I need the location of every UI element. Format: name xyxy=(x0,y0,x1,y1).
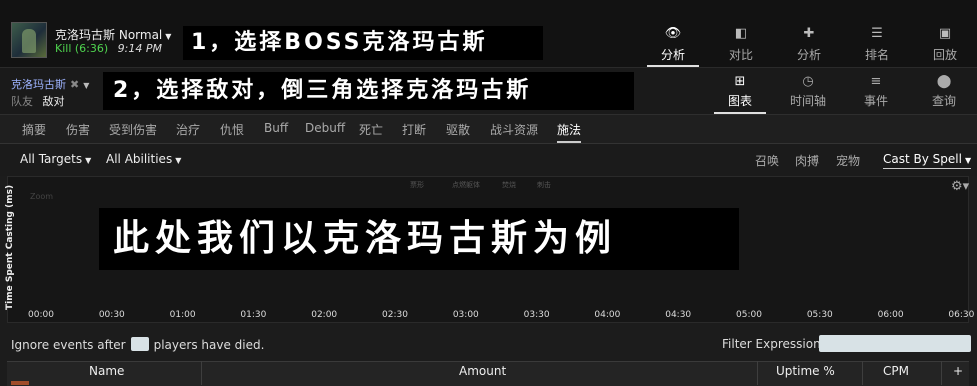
tab-summary[interactable]: 摘要 xyxy=(22,121,46,138)
tab-dispels[interactable]: 驱散 xyxy=(446,121,470,138)
nav-ranking[interactable]: ☰ 排名 xyxy=(843,26,911,67)
section-query[interactable]: ⬤ 查询 xyxy=(910,74,977,114)
x-tick-label: 06:30 xyxy=(948,310,975,320)
column-uptime[interactable]: Uptime % xyxy=(776,364,835,378)
x-tick-label: 02:00 xyxy=(311,310,338,320)
x-tick-label: 02:30 xyxy=(382,310,408,320)
legend-item[interactable]: 刺击 xyxy=(537,180,551,190)
section-events[interactable]: ≡ 事件 xyxy=(842,74,910,114)
nav-analyze[interactable]: ✚ 分析 xyxy=(775,26,843,67)
boss-name: 克洛玛古斯 xyxy=(55,28,116,42)
gear-icon[interactable]: ⚙▾ xyxy=(951,179,969,194)
all-targets-dropdown[interactable]: All Targets ▼ xyxy=(20,152,91,166)
tab-casts[interactable]: 施法 xyxy=(557,121,582,143)
annotation-step2: 2，选择敌对，倒三角选择克洛玛古斯 xyxy=(103,72,634,110)
legend-item[interactable]: 点燃躯体 xyxy=(452,180,480,190)
nav-replay[interactable]: ▣ 回放 xyxy=(911,26,977,67)
ignore-deaths-setting: Ignore events after players have died. xyxy=(11,337,265,352)
column-amount[interactable]: Amount xyxy=(459,364,506,378)
zoom-label: Zoom xyxy=(30,192,54,201)
tab-buff[interactable]: Buff xyxy=(264,121,288,135)
column-divider xyxy=(941,361,942,385)
chevron-down-icon[interactable]: ▼ xyxy=(83,81,89,90)
tab-damage-taken[interactable]: 受到伤害 xyxy=(109,121,157,138)
summon-toggle[interactable]: 召唤 xyxy=(755,152,779,169)
filter-expression-input[interactable] xyxy=(819,335,971,352)
nav-compare[interactable]: ◧ 对比 xyxy=(707,26,775,67)
boss-avatar[interactable] xyxy=(11,22,47,58)
grid-icon: ⊞ xyxy=(734,74,746,89)
pet-toggle[interactable]: 宠物 xyxy=(836,152,860,169)
x-tick-label: 05:00 xyxy=(736,310,762,320)
tab-debuff[interactable]: Debuff xyxy=(305,121,345,135)
faction-toggle: 队友 敌对 xyxy=(11,93,65,109)
y-axis-label: Time Spent Casting (ms) xyxy=(5,184,15,310)
ranking-icon: ☰ xyxy=(871,26,883,41)
column-divider xyxy=(862,361,863,385)
chevron-down-icon: ▼ xyxy=(175,156,182,165)
x-tick-label: 01:00 xyxy=(169,310,196,320)
column-cpm[interactable]: CPM xyxy=(883,364,909,378)
tab-threat[interactable]: 仇恨 xyxy=(220,121,244,138)
x-tick-label: 05:30 xyxy=(806,310,833,320)
compare-icon: ◧ xyxy=(734,26,748,41)
target-selector[interactable]: 克洛玛古斯 ✖ ▼ xyxy=(11,76,89,92)
list-icon: ≡ xyxy=(870,74,882,89)
tab-healing[interactable]: 治疗 xyxy=(176,121,200,138)
x-tick-label: 04:00 xyxy=(594,310,621,320)
tab-deaths[interactable]: 死亡 xyxy=(359,121,383,138)
puzzle-icon: ✚ xyxy=(803,26,815,41)
legend-item[interactable]: 票形 xyxy=(410,180,424,190)
eye-icon: 👁 xyxy=(664,26,682,41)
column-divider xyxy=(201,361,202,385)
tab-resources[interactable]: 战斗资源 xyxy=(490,121,538,138)
kill-status: Kill (6:36) xyxy=(55,42,109,55)
annotation-step3: 此处我们以克洛玛古斯为例 xyxy=(99,208,739,270)
replay-icon: ▣ xyxy=(938,26,952,41)
tab-damage[interactable]: 伤害 xyxy=(66,121,90,138)
legend-item[interactable]: 焚烧 xyxy=(502,180,516,190)
melee-toggle[interactable]: 肉搏 xyxy=(795,152,819,169)
x-tick-label: 00:30 xyxy=(98,310,125,320)
section-timeline[interactable]: ◷ 时间轴 xyxy=(774,74,842,114)
nav-analysis[interactable]: 👁 分析 xyxy=(639,26,707,67)
add-column-button[interactable]: + xyxy=(953,364,963,378)
tab-interrupts[interactable]: 打断 xyxy=(402,121,426,138)
x-tick-label: 06:00 xyxy=(877,310,904,320)
spell-icon xyxy=(11,381,29,385)
enemy-toggle[interactable]: 敌对 xyxy=(43,95,65,108)
map-pin-icon: ⬤ xyxy=(936,74,952,89)
chevron-down-icon: ▼ xyxy=(165,32,172,41)
chevron-down-icon: ▼ xyxy=(85,156,92,165)
fight-result: Kill (6:36) 9:14 PM xyxy=(55,42,162,55)
fight-selector[interactable]: 克洛玛古斯 Normal ▼ xyxy=(55,26,171,43)
difficulty-label: Normal xyxy=(118,28,163,42)
all-abilities-dropdown[interactable]: All Abilities ▼ xyxy=(106,152,181,166)
annotation-step1: 1，选择BOSS克洛玛古斯 xyxy=(183,26,543,60)
filter-expression-label: Filter Expression: xyxy=(722,337,825,351)
x-tick-label: 04:30 xyxy=(665,310,692,320)
column-divider xyxy=(757,361,758,385)
close-icon[interactable]: ✖ xyxy=(70,78,79,91)
fight-time: 9:14 PM xyxy=(117,42,162,55)
ally-toggle[interactable]: 队友 xyxy=(11,95,33,108)
section-charts[interactable]: ⊞ 图表 xyxy=(706,74,774,114)
target-name: 克洛玛古斯 xyxy=(11,78,66,91)
x-tick-label: 00:00 xyxy=(28,310,54,320)
x-tick-label: 01:30 xyxy=(240,310,267,320)
column-name[interactable]: Name xyxy=(89,364,124,378)
x-tick-label: 03:00 xyxy=(452,310,479,320)
x-tick-label: 03:30 xyxy=(523,310,550,320)
death-count-input[interactable] xyxy=(130,337,149,351)
cast-by-spell-dropdown[interactable]: Cast By Spell ▼ xyxy=(883,152,972,169)
chevron-down-icon: ▼ xyxy=(964,156,972,165)
clock-icon: ◷ xyxy=(802,74,814,89)
